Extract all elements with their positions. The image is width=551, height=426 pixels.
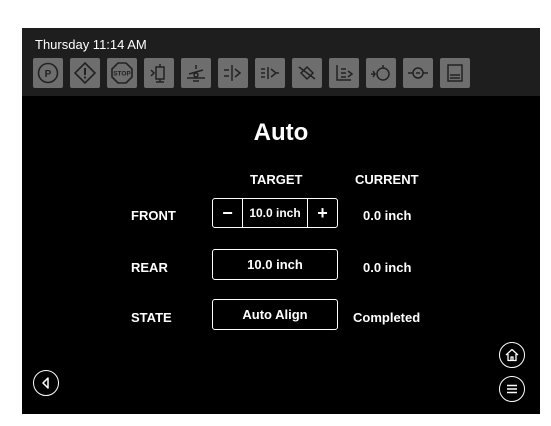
back-button[interactable]	[33, 370, 59, 396]
front-label: FRONT	[131, 208, 176, 223]
state-current-value: Completed	[353, 310, 421, 325]
jack-down-icon	[144, 58, 174, 88]
front-current-value: 0.0 inch	[363, 208, 412, 223]
status-bar: Thursday 11:14 AM P STOP	[22, 28, 540, 96]
state-label: STATE	[131, 310, 172, 325]
jack-fault-icon	[292, 58, 322, 88]
warning-icon	[70, 58, 100, 88]
front-target-stepper: − 10.0 inch +	[212, 198, 338, 228]
svg-text:STOP: STOP	[113, 71, 131, 78]
clock-datetime: Thursday 11:14 AM	[35, 37, 147, 52]
oil-pressure-icon	[366, 58, 396, 88]
target-column-header: TARGET	[250, 172, 303, 187]
home-icon	[505, 348, 519, 362]
touchscreen: Thursday 11:14 AM P STOP Auto TARGET CUR…	[22, 28, 540, 414]
menu-icon	[507, 384, 517, 394]
rear-current-value: 0.0 inch	[363, 260, 412, 275]
fluid-level-icon	[403, 58, 433, 88]
front-decrease-button[interactable]: −	[213, 199, 242, 227]
rear-target-value[interactable]: 10.0 inch	[212, 249, 338, 280]
menu-button[interactable]	[499, 376, 525, 402]
current-column-header: CURRENT	[355, 172, 419, 187]
parking-brake-icon: P	[33, 58, 63, 88]
svg-text:P: P	[45, 69, 52, 80]
level-icon	[181, 58, 211, 88]
back-icon	[42, 377, 49, 389]
state-target-button[interactable]: Auto Align	[212, 299, 338, 330]
stop-icon: STOP	[107, 58, 137, 88]
rear-label: REAR	[131, 260, 168, 275]
front-jack-icon	[218, 58, 248, 88]
slide-icon	[329, 58, 359, 88]
rear-jack-icon	[255, 58, 285, 88]
front-target-value: 10.0 inch	[242, 199, 308, 227]
door-icon	[440, 58, 470, 88]
home-button[interactable]	[499, 342, 525, 368]
page-title: Auto	[253, 119, 309, 146]
front-increase-button[interactable]: +	[308, 199, 337, 227]
